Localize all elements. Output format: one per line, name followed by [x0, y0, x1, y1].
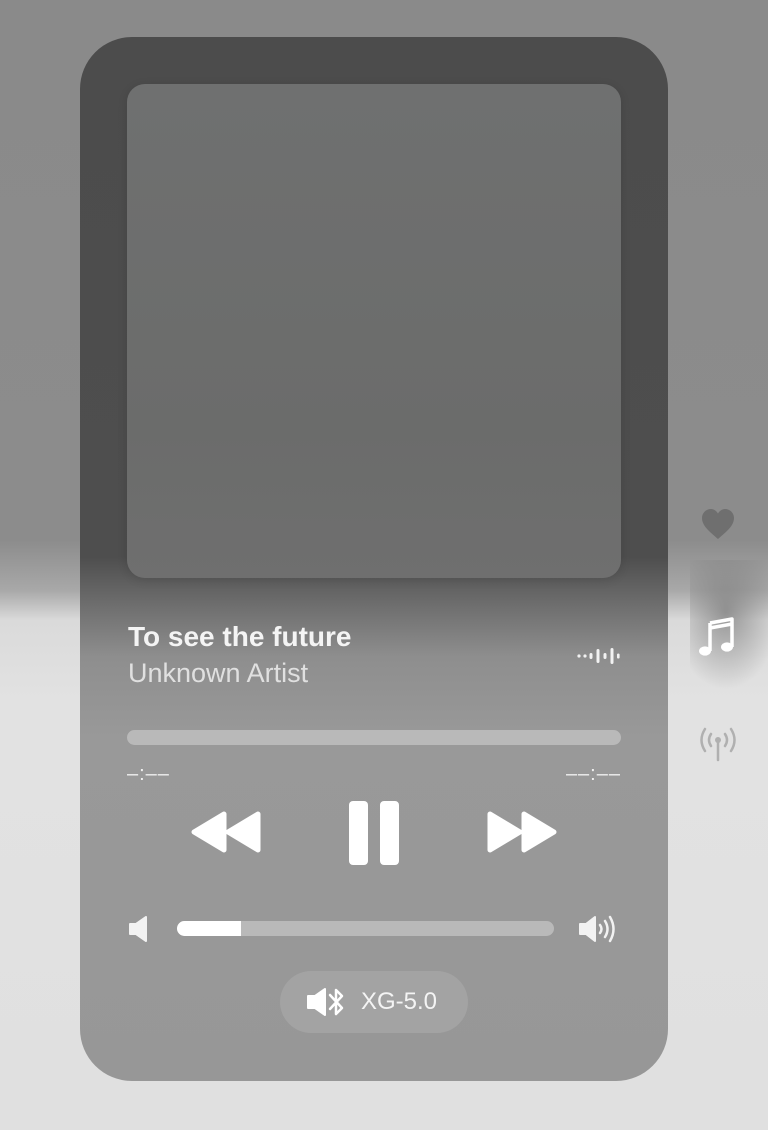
volume-low-icon [129, 916, 147, 942]
remaining-time: ––:–– [565, 763, 621, 785]
rewind-button[interactable] [190, 810, 264, 854]
track-artist: Unknown Artist [128, 658, 309, 688]
album-artwork [127, 84, 621, 578]
pause-button[interactable] [347, 799, 401, 867]
output-device-name: XG-5.0 [361, 988, 438, 1015]
heart-icon[interactable] [700, 507, 736, 541]
broadcast-icon[interactable] [698, 726, 738, 762]
volume-high-icon [579, 915, 615, 943]
elapsed-time: –:–– [127, 763, 170, 785]
volume-slider[interactable] [177, 921, 554, 936]
fast-forward-button[interactable] [484, 810, 558, 854]
volume-slider-fill [177, 921, 242, 936]
audio-waveform-icon[interactable] [576, 645, 622, 667]
playback-progress-bar[interactable] [127, 730, 621, 745]
music-note-icon[interactable] [698, 617, 736, 657]
speaker-bluetooth-icon [307, 988, 344, 1016]
now-playing-card: To see the future Unknown Artist –:–– ––… [80, 37, 668, 1081]
audio-output-button[interactable]: XG-5.0 [280, 971, 468, 1033]
track-title: To see the future [128, 621, 352, 652]
